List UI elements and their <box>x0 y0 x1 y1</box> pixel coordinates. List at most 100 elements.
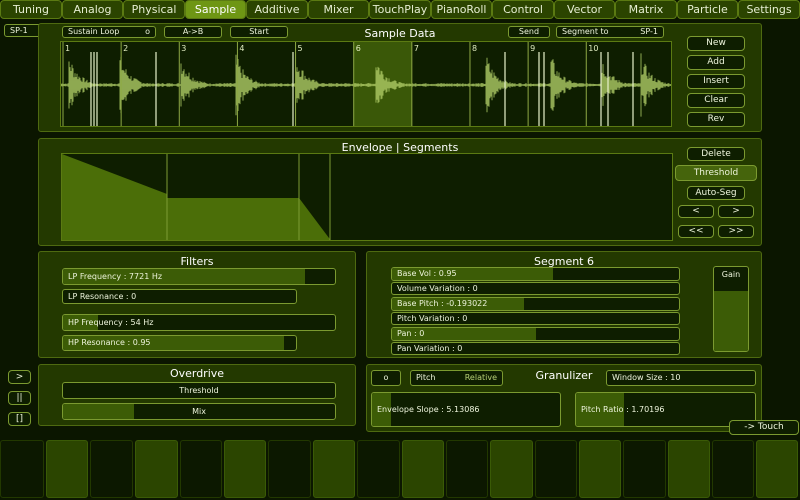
first-segment-button[interactable]: << <box>678 225 714 238</box>
gain-slider[interactable]: Gain <box>713 266 749 352</box>
envelope-segment-2 <box>167 194 299 240</box>
pan-variation-label: Pan Variation : 0 <box>397 344 463 353</box>
play-button[interactable]: > <box>8 370 31 384</box>
keyboard-key[interactable] <box>224 440 266 498</box>
next-segment-label: > <box>732 206 740 216</box>
envelope-slope-slider[interactable]: Envelope Slope : 5.13086 <box>371 392 561 427</box>
lp-frequency-slider[interactable]: LP Frequency : 7721 Hz <box>62 268 336 285</box>
filters-title: Filters <box>180 255 214 268</box>
waveform-display[interactable]: 1 2 3 4 5 6 7 8 9 10 <box>60 41 672 127</box>
pause-button[interactable]: || <box>8 391 31 405</box>
keyboard-key[interactable] <box>668 440 710 498</box>
prev-segment-button[interactable]: < <box>678 205 714 218</box>
overdrive-mix-slider[interactable]: Mix <box>62 403 336 420</box>
clear-sample-button[interactable]: Clear <box>687 93 745 108</box>
tab-sample[interactable]: Sample <box>185 0 246 19</box>
base-pitch-label: Base Pitch : -0.193022 <box>397 299 488 308</box>
overdrive-threshold-slider[interactable]: Threshold <box>62 382 336 399</box>
keyboard-key[interactable] <box>490 440 533 498</box>
keyboard-key[interactable] <box>712 440 754 498</box>
segment-marker-label: 10 <box>588 44 598 53</box>
hp-resonance-label: HP Resonance : 0.95 <box>68 338 151 347</box>
keyboard-key[interactable] <box>579 440 621 498</box>
insert-sample-button[interactable]: Insert <box>687 74 745 89</box>
pitch-variation-label: Pitch Variation : 0 <box>397 314 468 323</box>
pitch-ratio-label: Pitch Ratio : 1.70196 <box>581 405 665 414</box>
granulizer-toggle[interactable]: o <box>371 370 401 386</box>
hp-frequency-slider[interactable]: HP Frequency : 54 Hz <box>62 314 336 331</box>
volume-variation-label: Volume Variation : 0 <box>397 284 478 293</box>
keyboard-key[interactable] <box>402 440 444 498</box>
sustain-loop-selector[interactable]: Sustain Loop o <box>62 26 156 38</box>
gain-fill <box>714 291 748 351</box>
tab-pianoroll[interactable]: PianoRoll <box>431 0 492 19</box>
tab-touchplay[interactable]: TouchPlay <box>369 0 431 19</box>
auto-seg-button[interactable]: Auto-Seg <box>687 186 745 200</box>
granulizer-pitch-mode: Relative <box>464 373 497 382</box>
keyboard-key[interactable] <box>180 440 222 498</box>
touch-button[interactable]: -> Touch <box>729 420 799 435</box>
play-icon: > <box>15 372 24 382</box>
start-label: Start <box>249 27 269 36</box>
segment-to-target: SP-1 <box>640 27 658 36</box>
tab-additive[interactable]: Additive <box>246 0 308 19</box>
pan-slider[interactable]: Pan : 0 <box>391 327 680 341</box>
envelope-segment-3 <box>299 198 331 240</box>
keyboard-key[interactable] <box>268 440 311 498</box>
segment-marker-label: 8 <box>472 44 477 53</box>
sample-selector-label: SP-1 <box>10 26 28 35</box>
keyboard-key[interactable] <box>756 440 798 498</box>
next-segment-button[interactable]: > <box>718 205 754 218</box>
keyboard-key[interactable] <box>0 440 44 498</box>
tab-analog[interactable]: Analog <box>62 0 123 19</box>
loop-ab-button[interactable]: A->B <box>164 26 222 38</box>
tab-particle[interactable]: Particle <box>677 0 738 19</box>
window-size-slider[interactable]: Window Size : 10 <box>606 370 756 386</box>
tab-tuning[interactable]: Tuning <box>0 0 62 19</box>
tab-control[interactable]: Control <box>492 0 554 19</box>
keyboard-key[interactable] <box>357 440 400 498</box>
volume-variation-slider[interactable]: Volume Variation : 0 <box>391 282 680 295</box>
keyboard-key[interactable] <box>623 440 666 498</box>
pan-variation-slider[interactable]: Pan Variation : 0 <box>391 342 680 355</box>
hp-resonance-slider[interactable]: HP Resonance : 0.95 <box>62 335 297 351</box>
keyboard-key[interactable] <box>535 440 577 498</box>
prev-segment-label: < <box>692 206 700 216</box>
envelope-display[interactable] <box>61 153 673 241</box>
keyboard-key[interactable] <box>90 440 133 498</box>
tab-matrix[interactable]: Matrix <box>615 0 677 19</box>
keyboard-key[interactable] <box>135 440 178 498</box>
start-button[interactable]: Start <box>230 26 288 38</box>
granulizer-pitch-label: Pitch <box>416 373 436 382</box>
last-segment-button[interactable]: >> <box>718 225 754 238</box>
waveform-svg: 1 2 3 4 5 6 7 8 9 10 <box>61 42 671 126</box>
delete-button[interactable]: Delete <box>687 147 745 161</box>
segment-marker-label: 7 <box>414 44 419 53</box>
tab-mixer[interactable]: Mixer <box>308 0 369 19</box>
add-sample-button[interactable]: Add <box>687 55 745 70</box>
pitch-variation-slider[interactable]: Pitch Variation : 0 <box>391 312 680 325</box>
lp-resonance-slider[interactable]: LP Resonance : 0 <box>62 289 297 304</box>
delete-label: Delete <box>701 149 731 159</box>
new-sample-button[interactable]: New <box>687 36 745 51</box>
last-segment-label: >> <box>728 226 744 236</box>
keyboard-key[interactable] <box>446 440 488 498</box>
send-button[interactable]: Send <box>508 26 550 38</box>
keyboard-key[interactable] <box>313 440 355 498</box>
base-vol-slider[interactable]: Base Vol : 0.95 <box>391 267 680 281</box>
lp-frequency-label: LP Frequency : 7721 Hz <box>68 272 163 281</box>
base-pitch-slider[interactable]: Base Pitch : -0.193022 <box>391 297 680 311</box>
overdrive-mix-label: Mix <box>192 407 206 416</box>
rev-sample-button[interactable]: Rev <box>687 112 745 127</box>
keyboard-key[interactable] <box>46 440 88 498</box>
granulizer-pitch-selector[interactable]: Pitch Relative <box>410 370 503 386</box>
tab-physical[interactable]: Physical <box>123 0 185 19</box>
window-size-label: Window Size : 10 <box>612 373 681 382</box>
tab-vector[interactable]: Vector <box>554 0 615 19</box>
overdrive-threshold-label: Threshold <box>179 386 219 395</box>
segment-to-selector[interactable]: Segment to SP-1 <box>556 26 664 38</box>
sustain-loop-indicator: o <box>145 27 150 36</box>
tab-settings[interactable]: Settings <box>738 0 800 19</box>
threshold-button[interactable]: Threshold <box>675 165 757 181</box>
stop-button[interactable]: [] <box>8 412 31 426</box>
